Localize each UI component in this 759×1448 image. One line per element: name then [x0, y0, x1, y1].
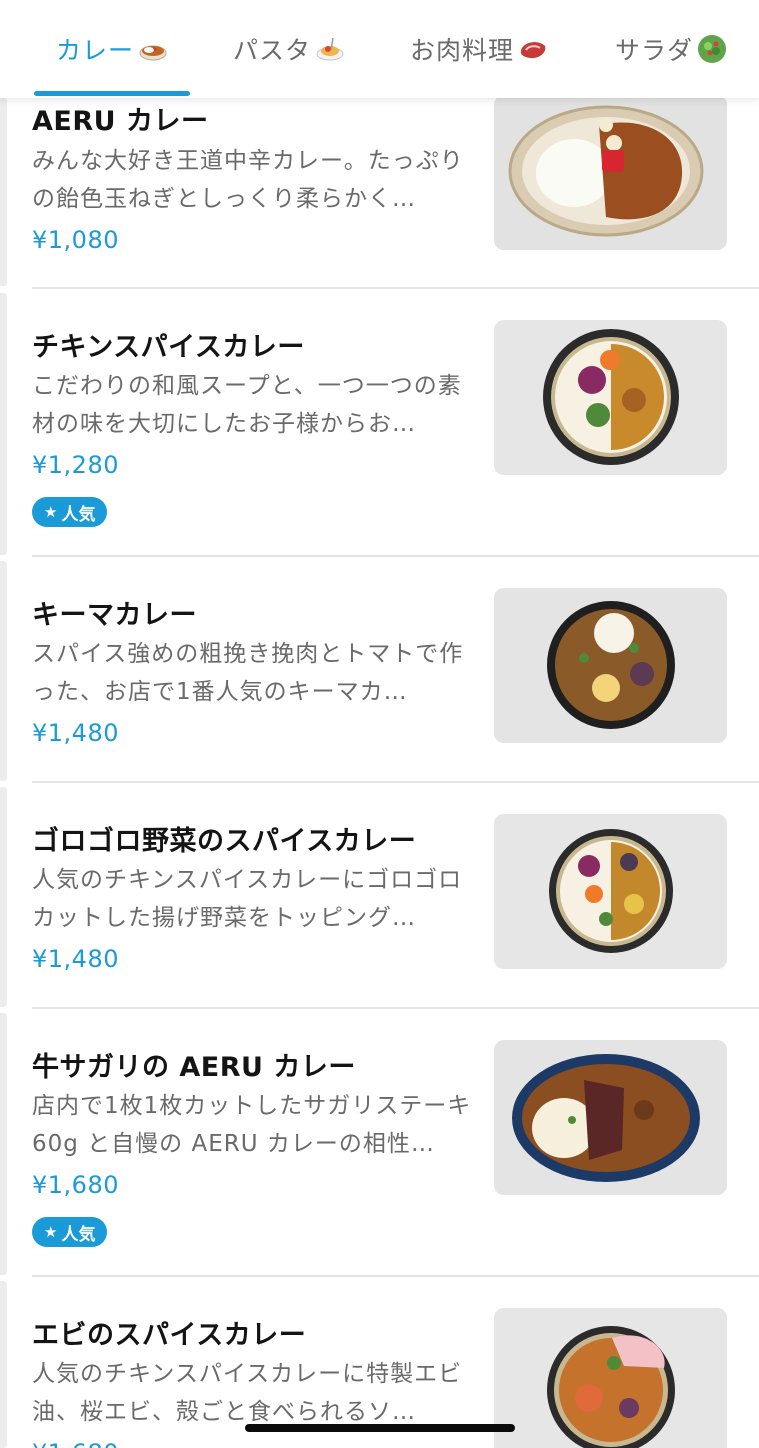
home-indicator[interactable] — [245, 1424, 515, 1432]
popular-badge-label: 人気 — [61, 1224, 96, 1245]
item-description: 人気のチキンスパイスカレーに特製エビ油、桜エビ、殻ごと食べられるソ… — [32, 1361, 463, 1425]
popular-badge-label: 人気 — [61, 504, 96, 525]
item-photo[interactable] — [494, 1308, 727, 1448]
tab-pasta[interactable]: パスタ — [214, 0, 364, 98]
salad-emoji-icon — [697, 34, 727, 64]
item-photo[interactable] — [494, 814, 727, 969]
menu-item[interactable]: エビのスパイスカレー 人気のチキンスパイスカレーに特製エビ油、桜エビ、殻ごと食べ… — [0, 1277, 759, 1448]
tab-pasta-label: パスタ — [232, 36, 311, 65]
tab-salad[interactable]: サラダ — [596, 0, 746, 98]
item-edge — [0, 293, 7, 555]
item-title: チキンスパイスカレー — [32, 332, 305, 363]
tab-curry-label: カレー — [55, 36, 134, 65]
item-photo[interactable] — [494, 95, 727, 250]
tab-curry[interactable]: カレー — [34, 0, 190, 98]
item-price: ¥1,480 — [32, 719, 119, 747]
tab-meat-label: お肉料理 — [409, 36, 514, 65]
item-price: ¥1,680 — [32, 1171, 119, 1199]
category-tab-bar: カレー パスタ お肉料理 サラダ — [0, 0, 759, 98]
item-edge — [0, 1013, 7, 1275]
item-title: エビのスパイスカレー — [32, 1320, 307, 1351]
item-edge — [0, 787, 7, 1007]
item-photo[interactable] — [494, 1040, 727, 1195]
tab-meat[interactable]: お肉料理 — [394, 0, 564, 98]
item-description: こだわりの和風スープと、一つ一つの素材の味を大切にしたお子様からお… — [32, 373, 462, 437]
star-icon: ★ — [44, 503, 58, 521]
star-icon: ★ — [44, 1223, 58, 1241]
curry-emoji-icon — [138, 34, 168, 64]
item-price: ¥1,480 — [32, 945, 119, 973]
item-edge — [0, 561, 7, 781]
popular-badge: ★ 人気 — [32, 1217, 108, 1247]
item-title: 牛サガリの AERU カレー — [32, 1052, 356, 1083]
menu-item[interactable]: 牛サガリの AERU カレー 店内で1枚1枚カットしたサガリステーキ60g と自… — [0, 1009, 759, 1277]
item-description: 人気のチキンスパイスカレーにゴロゴロカットした揚げ野菜をトッピング… — [32, 867, 463, 931]
item-description: スパイス強めの粗挽き挽肉とトマトで作った、お店で1番人気のキーマカ… — [32, 641, 464, 705]
item-title: AERU カレー — [32, 106, 209, 137]
item-price: ¥1,080 — [32, 226, 119, 254]
active-tab-indicator — [34, 91, 190, 96]
tab-salad-label: サラダ — [614, 36, 693, 65]
item-photo[interactable] — [494, 588, 727, 743]
spaghetti-emoji-icon — [315, 34, 345, 64]
item-description: 店内で1枚1枚カットしたサガリステーキ60g と自慢の AERU カレーの相性… — [32, 1093, 472, 1157]
popular-badge: ★ 人気 — [32, 497, 108, 527]
item-title: ゴロゴロ野菜のスパイスカレー — [32, 826, 417, 857]
menu-item[interactable]: キーマカレー スパイス強めの粗挽き挽肉とトマトで作った、お店で1番人気のキーマカ… — [0, 557, 759, 783]
item-price: ¥1,680 — [32, 1439, 119, 1448]
item-price: ¥1,280 — [32, 451, 119, 479]
item-edge — [0, 1281, 7, 1448]
item-description: みんな大好き王道中辛カレー。たっぷりの飴色玉ねぎとしっくり柔らかく… — [32, 148, 464, 212]
menu-screen: カレー パスタ お肉料理 サラダ AERU カレー みんな大好き王道中辛カレー。… — [0, 0, 759, 1448]
meat-emoji-icon — [518, 34, 548, 64]
menu-item[interactable]: チキンスパイスカレー こだわりの和風スープと、一つ一つの素材の味を大切にしたお子… — [0, 289, 759, 557]
item-title: キーマカレー — [32, 600, 197, 631]
menu-item[interactable]: ゴロゴロ野菜のスパイスカレー 人気のチキンスパイスカレーにゴロゴロカットした揚げ… — [0, 783, 759, 1009]
item-photo[interactable] — [494, 320, 727, 475]
item-edge — [0, 98, 7, 286]
